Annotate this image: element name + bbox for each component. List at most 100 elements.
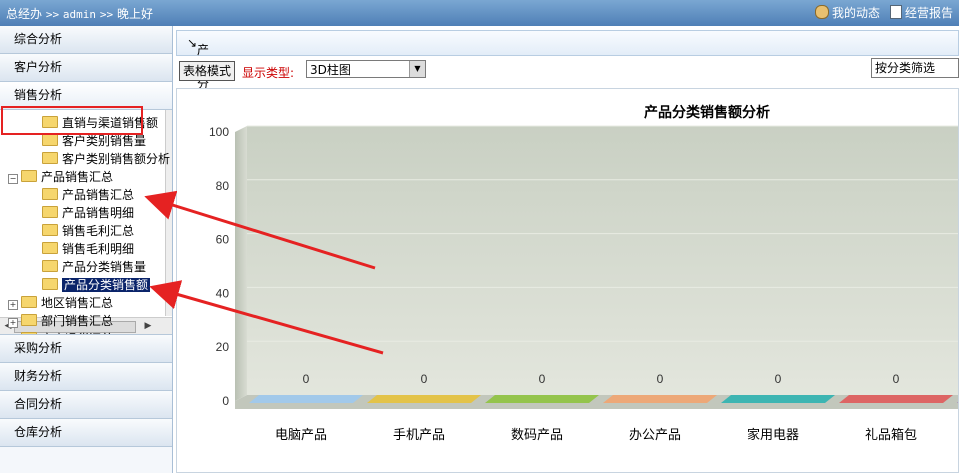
report-label: 经营报告 xyxy=(904,6,953,20)
data-label: 0 xyxy=(539,372,546,386)
tree-item-label: 销售毛利明细 xyxy=(62,242,135,256)
breadcrumb-separator: >> xyxy=(99,8,114,21)
breadcrumb-root[interactable]: 总经办 xyxy=(6,7,42,21)
chart-title: 产品分类销售额分析 xyxy=(644,104,770,120)
expand-icon[interactable]: + xyxy=(8,300,18,310)
display-type-label: 显示类型: xyxy=(242,66,295,80)
tree-item-label: 产品分类销售量 xyxy=(62,260,147,274)
bar-top xyxy=(367,395,481,403)
my-activity-label: 我的动态 xyxy=(831,6,880,20)
tree-vertical-scrollbar[interactable] xyxy=(165,110,172,316)
folder-icon xyxy=(42,224,58,236)
bar-top xyxy=(603,395,717,403)
menu-purchase-analysis[interactable]: 采购分析 xyxy=(0,335,172,363)
y-tick-label: 60 xyxy=(216,233,230,247)
folder-icon xyxy=(42,242,58,254)
main-panel: ↘ 产品分类销售额分析 表格模式 显示类型: 3D柱图 ▼ 按分类筛选 产品分类… xyxy=(176,30,959,473)
scroll-right-icon[interactable]: ▶ xyxy=(142,320,154,332)
chart-plot-area xyxy=(247,126,958,395)
menu-customer-analysis[interactable]: 客户分析 xyxy=(0,54,172,82)
y-tick-label: 40 xyxy=(216,286,230,300)
tree-item[interactable]: 客户类别销售额分析 xyxy=(42,150,170,168)
y-tick-label: 100 xyxy=(209,125,229,139)
tree-item-label: 产品销售汇总 xyxy=(62,188,135,202)
y-tick-label: 0 xyxy=(222,394,229,408)
menu-comprehensive-analysis[interactable]: 综合分析 xyxy=(0,26,172,54)
sales-tree: ◀ ▶ 直销与渠道销售额客户类别销售量客户类别销售额分析−产品销售汇总产品销售汇… xyxy=(0,110,172,335)
top-bar: 总经办 >> admin >> 晚上好 我的动态 经营报告 xyxy=(0,0,959,26)
bar-chart: 产品分类销售额分析 0 20 40 60 80 100 0 电脑产品 0 手机产品 0 数码产品 0 办公产… xyxy=(209,104,958,442)
folder-icon xyxy=(42,152,58,164)
chart-panel: 产品分类销售额分析 0 20 40 60 80 100 0 电脑产品 0 手机产品 0 数码产品 0 办公产… xyxy=(176,88,959,473)
tree-item[interactable]: 产品销售明细 xyxy=(42,204,134,222)
tree-item-label: 客户类别销售额分析 xyxy=(62,152,171,166)
folder-icon xyxy=(42,260,58,272)
folder-icon xyxy=(21,332,37,334)
user-icon xyxy=(814,5,829,19)
bar-top xyxy=(249,395,363,403)
x-tick-label: 手机产品 xyxy=(393,427,445,442)
x-tick-label: 电脑产品 xyxy=(275,427,327,442)
display-type-value: 3D柱图 xyxy=(310,63,351,77)
tree-item-label: 部门销售汇总 xyxy=(41,314,114,328)
x-tick-label: 数码产品 xyxy=(511,427,563,442)
data-label: 0 xyxy=(893,372,900,386)
folder-icon xyxy=(42,206,58,218)
tree-item[interactable]: +客户退货汇总 xyxy=(8,330,113,334)
tree-item-label: 产品分类销售额 xyxy=(62,278,151,292)
x-tick-label: 礼品箱包 xyxy=(865,427,917,442)
display-type-select[interactable]: 3D柱图 ▼ xyxy=(306,60,426,78)
folder-icon xyxy=(42,188,58,200)
tree-item-label: 产品销售汇总 xyxy=(41,170,114,184)
bar-top xyxy=(485,395,599,403)
panel-title: ↘ 产品分类销售额分析 xyxy=(187,36,209,193)
tree-item[interactable]: + 部门销售汇总 xyxy=(8,312,113,330)
tree-item[interactable]: 产品销售汇总 xyxy=(42,186,134,204)
breadcrumb-user: admin xyxy=(62,8,97,21)
folder-icon xyxy=(42,278,58,290)
y-tick-label: 80 xyxy=(216,179,230,193)
expand-icon[interactable]: + xyxy=(8,318,18,328)
tree-item-label: 销售毛利汇总 xyxy=(62,224,135,238)
panel-header: ↘ 产品分类销售额分析 xyxy=(176,30,959,193)
data-label: 0 xyxy=(303,372,310,386)
menu-finance-analysis[interactable]: 财务分析 xyxy=(0,363,172,391)
folder-icon xyxy=(21,170,37,182)
document-icon xyxy=(889,5,902,19)
category-filter-select[interactable]: 按分类筛选 xyxy=(871,58,959,78)
breadcrumb: 总经办 >> admin >> 晚上好 xyxy=(6,5,153,22)
my-activity-link[interactable]: 我的动态 xyxy=(814,4,880,21)
tree-item-label: 产品销售明细 xyxy=(62,206,135,220)
data-label: 0 xyxy=(421,372,428,386)
x-tick-label: 家用电器 xyxy=(747,427,799,442)
menu-warehouse-analysis[interactable]: 仓库分析 xyxy=(0,419,172,447)
tree-item[interactable]: + 地区销售汇总 xyxy=(8,294,113,312)
toolbar: 表格模式 显示类型: 3D柱图 ▼ 按分类筛选 xyxy=(176,58,959,82)
x-tick-label: 办公产品 xyxy=(629,427,681,442)
tree-item-label: 客户退货汇总 xyxy=(41,332,113,334)
sidebar: 综合分析 客户分析 销售分析 ◀ ▶ 直销与渠道销售额客户类别销售量客户类别销售… xyxy=(0,26,173,473)
breadcrumb-separator: >> xyxy=(45,8,60,21)
collapse-icon[interactable]: − xyxy=(8,174,18,184)
tree-item-label: 客户类别销售量 xyxy=(62,134,147,148)
data-label: 0 xyxy=(775,372,782,386)
folder-icon xyxy=(21,296,37,308)
bar-top xyxy=(839,395,953,403)
tree-item[interactable]: 销售毛利明细 xyxy=(42,240,134,258)
chart-left-wall xyxy=(235,126,247,401)
table-mode-button[interactable]: 表格模式 xyxy=(179,61,236,81)
tree-item[interactable]: 销售毛利汇总 xyxy=(42,222,134,240)
tree-item[interactable]: 产品分类销售量 xyxy=(42,258,146,276)
folder-icon xyxy=(42,134,58,146)
menu-contract-analysis[interactable]: 合同分析 xyxy=(0,391,172,419)
highlight-box xyxy=(1,106,143,135)
chevron-down-icon[interactable]: ▼ xyxy=(409,61,425,77)
tree-item-label: 地区销售汇总 xyxy=(41,296,114,310)
tree-item[interactable]: − 产品销售汇总 xyxy=(8,168,113,186)
bar-top xyxy=(721,395,835,403)
report-link[interactable]: 经营报告 xyxy=(889,4,953,21)
y-tick-label: 20 xyxy=(216,340,230,354)
data-label: 0 xyxy=(657,372,664,386)
greeting-text: 晚上好 xyxy=(116,7,153,21)
tree-item[interactable]: 产品分类销售额 xyxy=(42,276,151,294)
